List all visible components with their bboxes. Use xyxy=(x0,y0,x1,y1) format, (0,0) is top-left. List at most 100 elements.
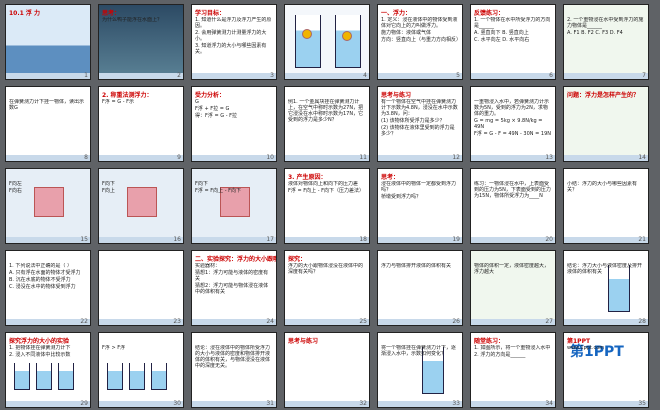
slide-thumbnail[interactable]: F向下 F浮 = F向上 - F向下 17 xyxy=(191,168,277,244)
slide-thumbnail[interactable]: 思考： 为什么鸭子能浮在水面上？ 2 xyxy=(98,4,184,80)
slide-thumbnail[interactable]: 反馈练习： 1. 一个物体在水中所受浮力的方向是______ A. 竖直向下 B. … xyxy=(470,4,556,80)
slide-number: 2 xyxy=(177,72,181,79)
slide-body: F浮 > F浮 xyxy=(102,345,180,399)
slide-thumbnail[interactable]: 练习：一物体浸在水中，上表面受到的压力为5N，下表面受到的压力为15N，物体所受… xyxy=(470,168,556,244)
slide-body xyxy=(288,345,366,399)
slide-text-line: F浮 = F向上 - F向下（压力差法） xyxy=(288,188,364,194)
slide-thumbnail[interactable]: 第1PPT 第1PPT www.1ppt.com 35 xyxy=(563,332,649,408)
slide-thumbnail[interactable]: 23 xyxy=(98,250,184,326)
slide-footer-strip xyxy=(192,237,276,243)
slide-title: 一、浮力： xyxy=(381,10,412,17)
slide-thumbnail[interactable]: 3. 产生原因： 液体对物体向上和向下的压力差 F浮 = F向上 - F向下（压力差… xyxy=(284,168,370,244)
slide-thumbnail[interactable]: 小结：浮力的大小与哪些因素有关？ 21 xyxy=(563,168,649,244)
slide-body: 浮力的大小跟物体浸没在液体中的深度有关吗？ xyxy=(288,263,366,317)
slide-footer-strip xyxy=(285,401,369,407)
slide-body: 浸在液体中的物体一定都受到浮力吗？ 桥墩受到浮力吗？ xyxy=(381,181,459,235)
slide-number: 13 xyxy=(545,154,553,161)
slide-body: 浮力与物体排开液体的体积有关 xyxy=(381,263,459,317)
slide-title: 反馈练习： xyxy=(474,10,505,17)
slide-thumbnail[interactable]: F浮 > F浮 30 xyxy=(98,332,184,408)
slide-footer-strip xyxy=(99,237,183,243)
slide-footer-strip xyxy=(564,401,648,407)
slide-thumbnail[interactable]: 随堂练习： 1. 如图所示，将一个重物浸入水中 2. 浮力的方向是______ 34 xyxy=(470,332,556,408)
slide-thumbnail[interactable]: 2. 称重法测浮力： F浮 = G - F示 9 xyxy=(98,86,184,162)
slide-text-line: 1. 知道什么是浮力及浮力产生的原因。 xyxy=(195,17,272,29)
slide-thumbnail[interactable]: 4 xyxy=(284,4,370,80)
slide-text-line: www.1ppt.com xyxy=(567,345,605,351)
slide-thumbnail[interactable]: 物体的体积一定，液体密度越大，浮力越大 27 xyxy=(470,250,556,326)
slide-footer-strip xyxy=(285,319,369,325)
slide-title: 第1PPT xyxy=(567,338,591,345)
slide-title: 探究： xyxy=(288,256,307,263)
slide-body: 小结：浮力的大小与哪些因素有关？ xyxy=(567,181,645,235)
slide-footer-strip xyxy=(378,237,462,243)
slide-body: 2. 一个重物浸在水中受到浮力的施力物体是______ A. F1 B. F2 C… xyxy=(567,17,645,71)
slide-thumbnail[interactable]: 2. 一个重物浸在水中受到浮力的施力物体是______ A. F1 B. F2 C… xyxy=(563,4,649,80)
slide-text-line: 一重物浸入水中，若弹簧测力计示数为5N，受到的浮力为2N，求物体的重力。 xyxy=(474,99,550,117)
slide-thumbnail[interactable]: 将一个物体挂在弹簧测力计下，逐渐浸入水中，示数如何变化？ 33 xyxy=(377,332,463,408)
slide-body: 一重物浸入水中，若弹簧测力计示数为5N，受到的浮力为2N，求物体的重力。 G = … xyxy=(474,99,552,153)
slide-body: 有一个物体在空气中挂在弹簧测力计下示数为4.8N，浸没在水中示数为3.8N，问：… xyxy=(381,99,459,153)
slide-text-line: 例1. 一个金属块挂在弹簧测力计上，在空气中称时示数为27N，把它浸没在水中称时… xyxy=(288,99,364,123)
slide-thumbnail[interactable]: 例1. 一个金属块挂在弹簧测力计上，在空气中称时示数为27N，把它浸没在水中称时… xyxy=(284,86,370,162)
slide-number: 31 xyxy=(266,400,274,407)
slide-text-line: F向左 xyxy=(9,181,22,187)
slide-number: 22 xyxy=(80,318,88,325)
slide-thumbnail[interactable]: 思考与练习 32 xyxy=(284,332,370,408)
slide-thumbnail[interactable]: 10.1 浮 力 1 xyxy=(5,4,91,80)
slide-body: 1. 下列说法中正确的是（ ） A. 只有浮在水面的物体才受浮力 B. 沉在水底的物… xyxy=(9,263,87,317)
slide-footer-strip xyxy=(6,237,90,243)
slide-number: 23 xyxy=(173,318,181,325)
slide-text-line: G xyxy=(195,99,199,105)
slide-text-line: 方向：竖直向上（与重力方向相反） xyxy=(381,37,459,43)
slide-text-line: 1. 下列说法中正确的是（ ） xyxy=(9,263,72,269)
slide-thumbnail[interactable]: 一、浮力： 1. 定义：浸在液体中的物体受到液体对它向上的力叫做浮力。 施力物体：液… xyxy=(377,4,463,80)
slide-text-line: A. 竖直向下 B. 竖直向上 xyxy=(474,30,529,36)
slide-footer-strip xyxy=(192,319,276,325)
slide-body: 将一个物体挂在弹簧测力计下，逐渐浸入水中，示数如何变化？ xyxy=(381,345,459,399)
slide-title: 2. 称重法测浮力： xyxy=(102,92,153,99)
slide-text-line: 液体对物体向上和向下的压力差 xyxy=(288,181,359,187)
slide-number: 27 xyxy=(545,318,553,325)
slide-text-line: 结论：浮力大小与液体密度及排开液体的体积有关 xyxy=(567,263,643,275)
slide-footer-strip xyxy=(192,73,276,79)
slide-footer-strip xyxy=(99,155,183,161)
slide-text-line: 2. 一个重物浸在水中受到浮力的施力物体是______ xyxy=(567,17,644,29)
slide-thumbnail[interactable]: 浮力与物体排开液体的体积有关 26 xyxy=(377,250,463,326)
slide-text-line: F向下 xyxy=(102,181,115,187)
slide-number: 16 xyxy=(173,236,181,243)
slide-thumbnail[interactable]: 二、实验探究：浮力的大小跟哪些因素有关实验器材：猜想1：浮力可能与液体的密度有关… xyxy=(191,250,277,326)
slide-thumbnail[interactable]: 思考： 浸在液体中的物体一定都受到浮力吗？ 桥墩受到浮力吗？ 19 xyxy=(377,168,463,244)
slide-title: 二、实验探究：浮力的大小跟哪些因素有关 xyxy=(195,256,277,263)
slide-body: 例1. 一个金属块挂在弹簧测力计上，在空气中称时示数为27N，把它浸没在水中称时… xyxy=(288,99,366,153)
slide-footer-strip xyxy=(564,155,648,161)
slide-thumbnail[interactable]: 在弹簧测力计下挂一物体，读出示数G 8 xyxy=(5,86,91,162)
slide-body xyxy=(9,17,87,71)
slide-thumbnail[interactable]: 探究： 浮力的大小跟物体浸没在液体中的深度有关吗？ 25 xyxy=(284,250,370,326)
slide-title: 思考： xyxy=(102,10,121,17)
slide-thumbnail[interactable]: 1. 下列说法中正确的是（ ） A. 只有浮在水面的物体才受浮力 B. 沉在水底的物… xyxy=(5,250,91,326)
slide-body: 物体的体积一定，液体密度越大，浮力越大 xyxy=(474,263,552,317)
slide-number: 32 xyxy=(359,400,367,407)
slide-thumbnail[interactable]: 结论：浮力大小与液体密度及排开液体的体积有关 28 xyxy=(563,250,649,326)
slide-thumbnail[interactable]: F向左 F向右 15 xyxy=(5,168,91,244)
slide-thumbnail[interactable]: 结论：浸在液体中的物体所受浮力的大小与液体的密度和物体排开液体的体积有关，与物体… xyxy=(191,332,277,408)
slide-thumbnail[interactable]: 探究浮力的大小的实验 1. 把物体挂在弹簧测力计下 2. 浸入不同液体中比较示数 29 xyxy=(5,332,91,408)
slide-number: 35 xyxy=(638,400,646,407)
slide-text-line: 施力物体：液体或气体 xyxy=(381,30,432,36)
slide-thumbnail[interactable]: 问题：浮力是怎样产生的？ 14 xyxy=(563,86,649,162)
slide-body: 为什么鸭子能浮在水面上？ xyxy=(102,17,180,71)
slide-number: 30 xyxy=(173,400,181,407)
slide-body: www.1ppt.com xyxy=(567,345,645,399)
slide-footer-strip xyxy=(378,155,462,161)
slide-text-line: 2. 浸入不同液体中比较示数 xyxy=(9,352,71,358)
slide-thumbnail[interactable]: 学习目标： 1. 知道什么是浮力及浮力产生的原因。 2. 会用弹簧测力计测量浮力的大… xyxy=(191,4,277,80)
slide-footer-strip xyxy=(99,401,183,407)
slide-thumbnail[interactable]: 思考与练习 有一个物体在空气中挂在弹簧测力计下示数为4.8N，浸没在水中示数为3.… xyxy=(377,86,463,162)
slide-thumbnail[interactable]: 受力分析： G F浮 + F拉 = G 得：F浮 = G - F拉 10 xyxy=(191,86,277,162)
slide-thumbnail[interactable]: 一重物浸入水中，若弹簧测力计示数为5N，受到的浮力为2N，求物体的重力。 G = … xyxy=(470,86,556,162)
slide-footer-strip xyxy=(564,237,648,243)
slide-text-line: 有一个物体在空气中挂在弹簧测力计下示数为4.8N，浸没在水中示数为3.8N，问： xyxy=(381,99,458,117)
slide-thumbnail[interactable]: F向下 F向上 16 xyxy=(98,168,184,244)
slide-text-line: 1. 如图所示，将一个重物浸入水中 xyxy=(474,345,551,351)
